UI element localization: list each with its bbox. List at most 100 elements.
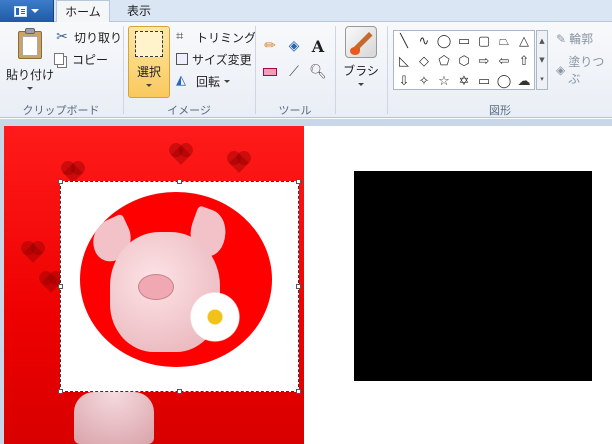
left-arrow-shape-icon[interactable]: ⇦ bbox=[494, 51, 514, 71]
rotate-label: 回転 bbox=[196, 74, 221, 89]
pig-snout bbox=[138, 274, 174, 300]
resize-button[interactable]: サイズ変更 bbox=[176, 50, 252, 68]
divider bbox=[335, 26, 336, 114]
brush-button[interactable]: ブラシ bbox=[340, 26, 382, 86]
four-point-star-shape-icon[interactable]: ✧ bbox=[414, 71, 434, 91]
scroll-up-icon[interactable]: ▲ bbox=[539, 37, 544, 45]
paste-label: 貼り付け bbox=[6, 68, 55, 82]
down-arrow-shape-icon[interactable]: ⇩ bbox=[394, 71, 414, 91]
file-menu-button[interactable] bbox=[0, 0, 54, 22]
resize-handle[interactable] bbox=[296, 389, 301, 394]
resize-handle[interactable] bbox=[58, 389, 63, 394]
daisy-flower bbox=[190, 292, 240, 342]
clipboard-icon bbox=[16, 28, 44, 60]
line-shape-icon[interactable]: ╲ bbox=[394, 31, 414, 51]
black-rectangle bbox=[354, 171, 592, 381]
brush-dropdown-icon bbox=[358, 83, 364, 86]
resize-handle[interactable] bbox=[177, 389, 182, 394]
outline-button[interactable]: ✎ 輪郭 bbox=[556, 30, 612, 47]
tab-bar: ホーム 表示 bbox=[0, 0, 612, 23]
shapes-gallery: ╲ ∿ ◯ ▭ ▢ ⏢ △ ◺ ◇ ⬠ ⬡ ⇨ ⇦ ⇧ ⇩ ✧ ☆ ✡ ▭ ◯ … bbox=[393, 30, 535, 90]
copy-icon bbox=[54, 53, 64, 65]
six-point-star-shape-icon[interactable]: ✡ bbox=[454, 71, 474, 91]
fill-bucket-icon[interactable]: ◈ bbox=[284, 36, 304, 56]
heart-decoration bbox=[63, 163, 83, 183]
fill-icon: ◈ bbox=[556, 63, 566, 77]
brush-icon bbox=[345, 26, 377, 58]
paste-dropdown-icon bbox=[27, 87, 33, 90]
hexagon-shape-icon[interactable]: ⬡ bbox=[454, 51, 474, 71]
document-icon bbox=[14, 5, 27, 17]
rotate-dropdown-icon bbox=[224, 79, 231, 83]
up-arrow-shape-icon[interactable]: ⇧ bbox=[514, 51, 534, 71]
copy-button[interactable]: コピー bbox=[54, 50, 108, 68]
divider bbox=[387, 26, 388, 114]
diamond-shape-icon[interactable]: ◇ bbox=[414, 51, 434, 71]
crop-button[interactable]: ⌗ トリミング bbox=[176, 28, 256, 46]
resize-handle[interactable] bbox=[296, 284, 301, 289]
tab-home[interactable]: ホーム bbox=[56, 0, 110, 23]
divider bbox=[123, 26, 124, 114]
selection-marquee-icon bbox=[135, 31, 163, 57]
heart-decoration bbox=[41, 273, 61, 293]
resize-label: サイズ変更 bbox=[192, 52, 252, 67]
tools-group-label: ツール bbox=[278, 104, 312, 117]
resize-icon bbox=[176, 53, 188, 65]
chevron-down-icon bbox=[31, 9, 39, 13]
fill-label: 塗りつぶ bbox=[568, 55, 605, 86]
resize-handle[interactable] bbox=[296, 179, 301, 184]
fill-button[interactable]: ◈ 塗りつぶ bbox=[556, 53, 612, 87]
heart-decoration bbox=[23, 243, 43, 263]
select-dropdown-icon bbox=[146, 84, 152, 87]
crop-icon: ⌗ bbox=[176, 29, 184, 44]
magnifier-icon[interactable]: 🔍︎ bbox=[308, 62, 328, 82]
pig-picture bbox=[80, 192, 272, 367]
pig-legs bbox=[74, 392, 154, 444]
crop-label: トリミング bbox=[196, 30, 257, 45]
shapes-group-label: 図形 bbox=[489, 104, 511, 117]
ribbon: 貼り付け ✂ 切り取り コピー クリップボード 選択 ⌗ トリミング サイズ変更… bbox=[0, 22, 612, 118]
rotate-icon: ◭ bbox=[176, 73, 186, 88]
oval-shape-icon[interactable]: ◯ bbox=[434, 31, 454, 51]
paste-button[interactable]: 貼り付け bbox=[6, 28, 54, 90]
eraser-icon[interactable] bbox=[260, 62, 280, 82]
color-picker-icon[interactable]: ⟋ bbox=[284, 62, 304, 82]
cut-label: 切り取り bbox=[74, 30, 123, 45]
divider bbox=[255, 26, 256, 114]
resize-handle[interactable] bbox=[58, 284, 63, 289]
scroll-down-icon[interactable]: ▼ bbox=[539, 56, 544, 64]
tab-view[interactable]: 表示 bbox=[114, 0, 164, 22]
right-triangle-shape-icon[interactable]: ◺ bbox=[394, 51, 414, 71]
rounded-rectangle-shape-icon[interactable]: ▢ bbox=[474, 31, 494, 51]
rectangle-shape-icon[interactable]: ▭ bbox=[454, 31, 474, 51]
shape-style-options: ✎ 輪郭 ◈ 塗りつぶ bbox=[556, 30, 612, 87]
rotate-button[interactable]: ◭ 回転 bbox=[176, 72, 231, 90]
outline-label: 輪郭 bbox=[569, 32, 594, 46]
scissors-icon: ✂ bbox=[56, 29, 68, 45]
right-arrow-shape-icon[interactable]: ⇨ bbox=[474, 51, 494, 71]
triangle-shape-icon[interactable]: △ bbox=[514, 31, 534, 51]
curve-shape-icon[interactable]: ∿ bbox=[414, 31, 434, 51]
expand-icon[interactable]: ▾ bbox=[540, 75, 544, 83]
cut-button[interactable]: ✂ 切り取り bbox=[54, 28, 122, 46]
clipboard-group-label: クリップボード bbox=[22, 104, 100, 117]
select-button[interactable]: 選択 bbox=[128, 26, 170, 98]
resize-handle[interactable] bbox=[177, 179, 182, 184]
shapes-scroll[interactable]: ▲ ▼ ▾ bbox=[536, 30, 548, 90]
text-icon[interactable]: A bbox=[308, 36, 328, 56]
tools-grid: ✏ ◈ A ⟋ 🔍︎ bbox=[260, 36, 328, 82]
image-group-label: イメージ bbox=[167, 104, 211, 117]
polygon-shape-icon[interactable]: ⏢ bbox=[494, 31, 514, 51]
select-label: 選択 bbox=[136, 65, 161, 79]
brush-label: ブラシ bbox=[343, 64, 379, 78]
pentagon-shape-icon[interactable]: ⬠ bbox=[434, 51, 454, 71]
oval-callout-shape-icon[interactable]: ◯ bbox=[494, 71, 514, 91]
cloud-callout-shape-icon[interactable]: ☁ bbox=[514, 71, 534, 91]
copy-label: コピー bbox=[72, 52, 109, 67]
pencil-icon[interactable]: ✏ bbox=[260, 36, 280, 56]
heart-decoration bbox=[171, 145, 191, 165]
five-point-star-shape-icon[interactable]: ☆ bbox=[434, 71, 454, 91]
outline-icon: ✎ bbox=[556, 31, 567, 46]
resize-handle[interactable] bbox=[58, 179, 63, 184]
rect-callout-shape-icon[interactable]: ▭ bbox=[474, 71, 494, 91]
